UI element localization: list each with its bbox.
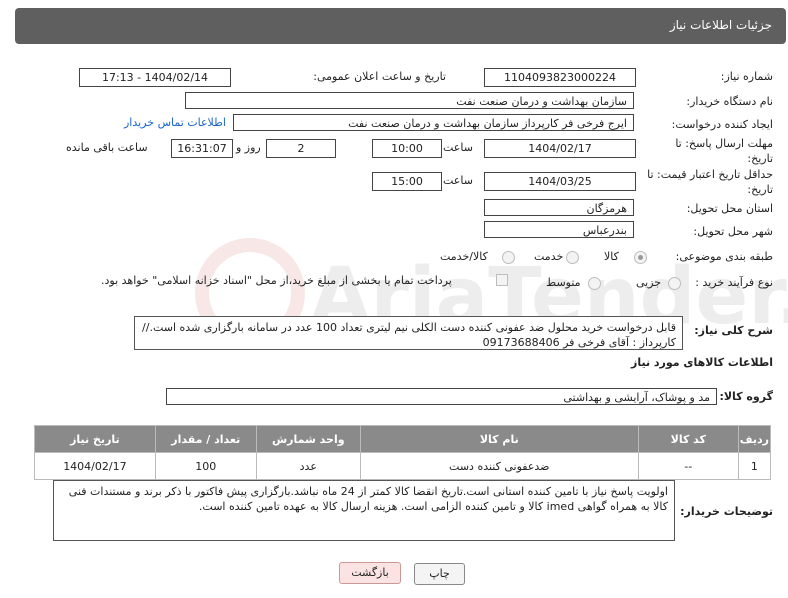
days-remaining-field: 2 — [266, 139, 336, 158]
col-header-code: کد کالا — [637, 425, 739, 453]
deadline-date-field: 1404/02/17 — [484, 139, 636, 158]
category-goods-service-radio[interactable] — [502, 251, 515, 264]
page-header: جزئیات اطلاعات نیاز — [15, 8, 786, 44]
category-service-label: خدمت — [534, 250, 564, 263]
price-validity-date-field: 1404/03/25 — [484, 172, 636, 191]
cell-qty: 100 — [154, 452, 257, 480]
announce-label: تاریخ و ساعت اعلان عمومی: — [313, 70, 446, 83]
buyer-contact-link[interactable]: اطلاعات تماس خریدار — [124, 116, 226, 129]
cell-row-no: 1 — [737, 452, 772, 480]
islamic-treasury-checkbox[interactable] — [496, 274, 508, 286]
cell-date: 1404/02/17 — [34, 452, 156, 480]
deadline-time-field: 10:00 — [372, 139, 442, 158]
deadline-time-label: ساعت — [443, 141, 473, 154]
description-label: شرح کلی نیاز: — [694, 324, 773, 337]
category-service-radio[interactable] — [566, 251, 579, 264]
back-button[interactable]: بازگشت — [339, 562, 401, 584]
announce-datetime-field: 1404/02/14 - 17:13 — [79, 68, 231, 87]
buyer-org-label: نام دستگاه خریدار: — [686, 95, 773, 108]
price-validity-time-field: 15:00 — [372, 172, 442, 191]
city-field: بندرعباس — [484, 221, 634, 238]
remaining-time-label: ساعت باقی مانده — [66, 141, 148, 154]
city-label: شهر محل تحویل: — [693, 225, 773, 238]
col-header-unit: واحد شمارش — [255, 425, 361, 453]
process-partial-label: جزیی — [636, 276, 662, 289]
col-header-row-no: ردیف — [737, 425, 772, 453]
province-label: استان محل تحویل: — [686, 202, 773, 215]
cell-code: -- — [637, 452, 739, 480]
need-number-field: 1104093823000224 — [484, 68, 636, 87]
buyer-notes-label: توضیحات خریدار: — [680, 505, 773, 518]
price-validity-label: حداقل تاریخ اعتبار قیمت: تا تاریخ: — [647, 168, 773, 196]
process-label: نوع فرآیند خرید : — [695, 276, 773, 289]
category-goods-service-label: کالا/خدمت — [440, 250, 488, 263]
creator-label: ایجاد کننده درخواست: — [671, 118, 773, 131]
creator-field: ایرج فرخی فر کارپرداز سازمان بهداشت و در… — [233, 114, 634, 131]
remaining-time-field: 16:31:07 — [171, 139, 233, 158]
days-label: روز و — [236, 141, 261, 154]
process-medium-radio[interactable] — [588, 277, 601, 290]
province-field: هرمزگان — [484, 199, 634, 216]
col-header-date: تاریخ نیاز — [34, 425, 156, 453]
page-title: جزئیات اطلاعات نیاز — [669, 18, 772, 32]
cell-name: ضدعفونی کننده دست — [359, 452, 639, 480]
payment-note: پرداخت تمام یا بخشی از مبلغ خرید،از محل … — [101, 274, 452, 287]
col-header-name: نام کالا — [359, 425, 639, 453]
category-goods-radio[interactable] — [634, 251, 647, 264]
goods-info-title: اطلاعات کالاهای مورد نیاز — [631, 356, 773, 369]
cell-unit: عدد — [255, 452, 361, 480]
goods-table: ردیف کد کالا نام کالا واحد شمارش تعداد /… — [34, 425, 772, 480]
process-partial-radio[interactable] — [668, 277, 681, 290]
table-row: 1 -- ضدعفونی کننده دست عدد 100 1404/02/1… — [34, 452, 772, 480]
deadline-label: مهلت ارسال پاسخ: تا تاریخ: — [675, 137, 773, 165]
description-textarea[interactable]: قابل درخواست خرید محلول ضد عفونی کننده د… — [134, 316, 683, 350]
col-header-qty: تعداد / مقدار — [154, 425, 257, 453]
buyer-notes-textarea[interactable]: اولویت پاسخ نیاز با تامین کننده استانی ا… — [53, 480, 675, 541]
category-goods-label: کالا — [604, 250, 619, 263]
goods-group-label: گروه کالا: — [719, 390, 773, 403]
price-validity-time-label: ساعت — [443, 174, 473, 187]
category-label: طبقه بندی موضوعی: — [675, 250, 773, 263]
process-medium-label: متوسط — [546, 276, 581, 289]
need-number-label: شماره نیاز: — [720, 70, 773, 83]
buyer-org-field: سازمان بهداشت و درمان صنعت نفت — [185, 92, 634, 109]
table-header-row: ردیف کد کالا نام کالا واحد شمارش تعداد /… — [34, 425, 772, 453]
print-button[interactable]: چاپ — [414, 563, 465, 585]
goods-group-field: مد و پوشاک، آرایشی و بهداشتی — [166, 388, 717, 405]
